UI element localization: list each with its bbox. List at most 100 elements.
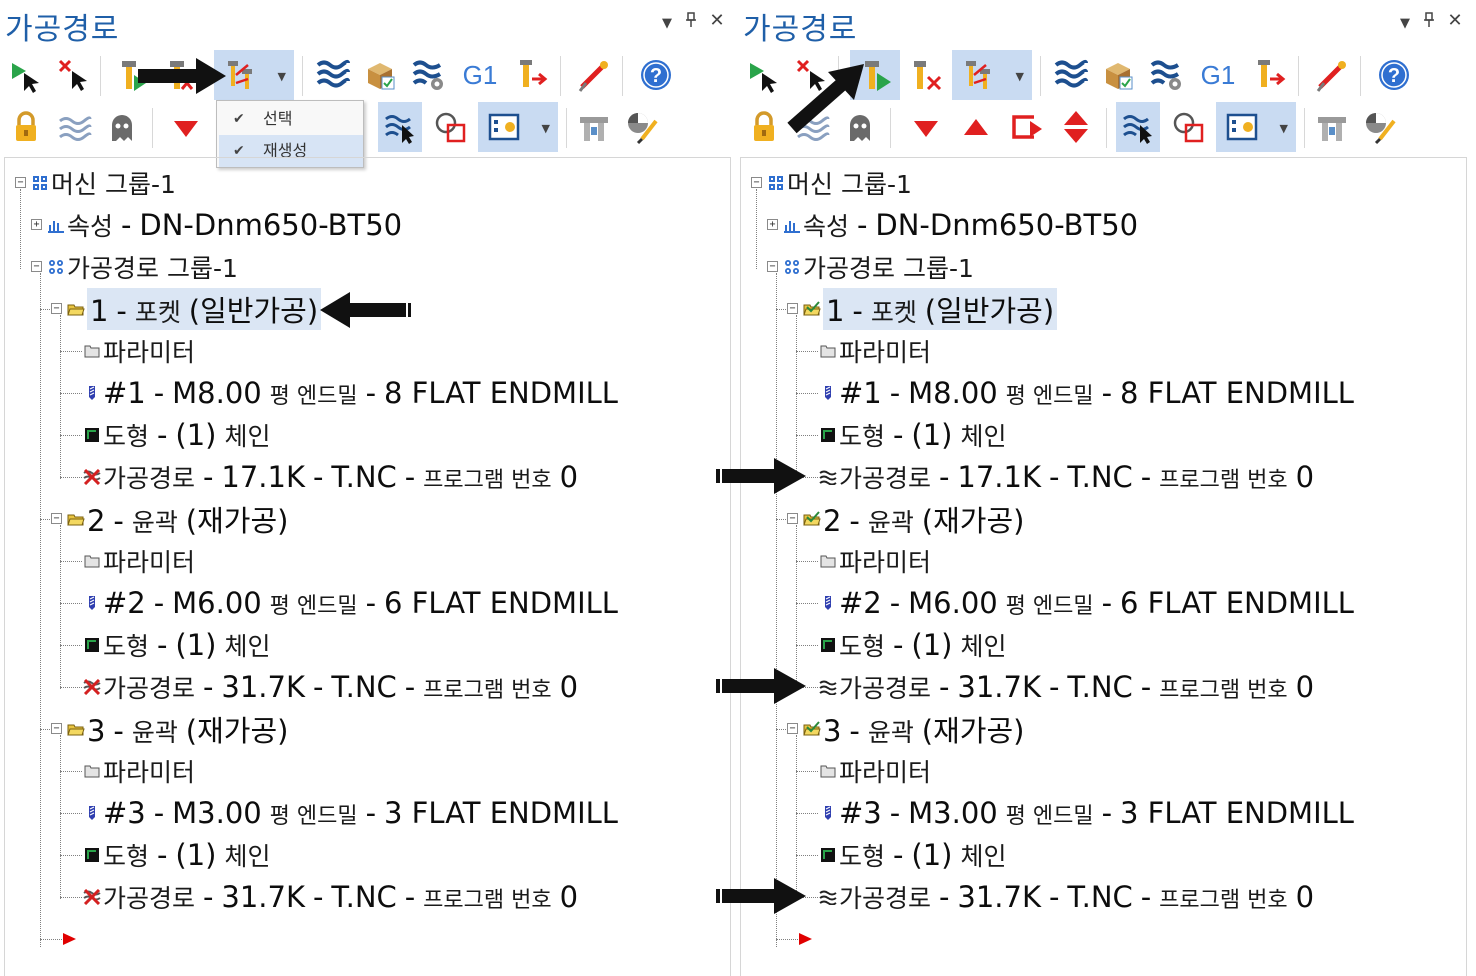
tree-node-tool[interactable]: #1 - M8.00 평 엔드밀 - 8 FLAT ENDMILL <box>819 373 1354 413</box>
tree-node-tool[interactable]: #1 - M8.00 평 엔드밀 - 8 FLAT ENDMILL <box>83 373 618 413</box>
pin-icon[interactable] <box>1418 12 1440 32</box>
high-speed-button[interactable] <box>1310 50 1354 100</box>
post-g1-button[interactable]: G1 <box>1196 50 1240 100</box>
machine-button[interactable] <box>572 102 616 152</box>
lock-button[interactable] <box>742 102 786 152</box>
simulate-button[interactable] <box>406 50 450 100</box>
tree-node-parameters[interactable]: 파라미터 <box>819 331 931 371</box>
collapse-toggle[interactable]: − <box>51 513 62 524</box>
tree-node-geometry[interactable]: 도형 - (1) 체인 <box>83 415 270 455</box>
options-dropdown[interactable]: ▼ <box>478 102 558 152</box>
tree-node-geometry[interactable]: 도형 - (1) 체인 <box>83 835 270 875</box>
tool-number: #2 <box>839 586 882 620</box>
toggle-select-dropdown[interactable]: ▼ <box>952 50 1032 100</box>
help-button[interactable]: ? <box>634 50 678 100</box>
select-all-button[interactable] <box>742 50 786 100</box>
tree-node-tool[interactable]: #3 - M3.00 평 엔드밀 - 3 FLAT ENDMILL <box>819 793 1354 833</box>
post-g1-button[interactable]: G1 <box>458 50 502 100</box>
insert-position-marker[interactable] <box>61 919 77 959</box>
verify-button[interactable] <box>1096 50 1140 100</box>
display-toolpath-button[interactable] <box>1116 102 1160 152</box>
properties-icon <box>783 216 801 234</box>
tree-node-toolpath[interactable]: 가공경로 - 17.1K - T.NC - 프로그램 번호 0 <box>819 457 1314 497</box>
settings-button[interactable] <box>1358 102 1402 152</box>
close-icon[interactable]: ✕ <box>706 10 728 31</box>
settings-button[interactable] <box>620 102 664 152</box>
toggle-select-dropdown[interactable]: ▼ <box>214 50 294 100</box>
tree-node-operation[interactable]: 1 - 포켓 (일반가공) <box>803 288 1058 330</box>
tree-node-tool[interactable]: #2 - M6.00 평 엔드밀 - 6 FLAT ENDMILL <box>83 583 618 623</box>
insert-arrow-button[interactable] <box>1004 102 1048 152</box>
collapse-toggle[interactable]: − <box>787 723 798 734</box>
tree-node-machine-group[interactable]: 머신 그룹-1 <box>31 163 176 203</box>
tree-node-parameters[interactable]: 파라미터 <box>83 751 195 791</box>
tree-node-operation[interactable]: 3 - 윤곽 (재가공) <box>803 709 1024 749</box>
deselect-button[interactable] <box>52 50 96 100</box>
options-dropdown[interactable]: ▼ <box>1216 102 1296 152</box>
collapse-toggle[interactable]: − <box>51 303 62 314</box>
machine-button[interactable] <box>1310 102 1354 152</box>
tree-node-toolpath[interactable]: 가공경로 - 31.7K - T.NC - 프로그램 번호 0 <box>83 667 578 707</box>
tree-node-tool[interactable]: #3 - M3.00 평 엔드밀 - 3 FLAT ENDMILL <box>83 793 618 833</box>
verify-button[interactable] <box>358 50 402 100</box>
select-arrow-icon <box>12 63 39 93</box>
tree-node-properties[interactable]: 속성 - DN-Dnm650-BT50 <box>783 205 1138 245</box>
display-toolpath-button[interactable] <box>378 102 422 152</box>
tree-node-toolpath[interactable]: 가공경로 - 31.7K - T.NC - 프로그램 번호 0 <box>83 877 578 917</box>
tree-node-parameters[interactable]: 파라미터 <box>819 541 931 581</box>
insert-position-marker[interactable] <box>797 919 813 959</box>
move-down-button[interactable] <box>164 102 208 152</box>
expand-toggle[interactable]: + <box>767 219 778 230</box>
menu-item-select[interactable]: ✔ 선택 <box>219 103 363 135</box>
move-up-button[interactable] <box>954 102 998 152</box>
select-geometry-button[interactable] <box>428 102 472 152</box>
tree-node-toolpath-group[interactable]: 가공경로 그룹-1 <box>47 247 238 287</box>
pin-icon[interactable] <box>680 12 702 32</box>
tree-node-geometry[interactable]: 도형 - (1) 체인 <box>819 835 1006 875</box>
tree-node-operation[interactable]: 3 - 윤곽 (재가공) <box>67 709 288 749</box>
expand-toggle[interactable]: + <box>31 219 42 230</box>
tree-node-tool[interactable]: #2 - M6.00 평 엔드밀 - 6 FLAT ENDMILL <box>819 583 1354 623</box>
post-process-button[interactable] <box>1246 50 1290 100</box>
tree-node-toolpath[interactable]: 가공경로 - 17.1K - T.NC - 프로그램 번호 0 <box>83 457 578 497</box>
move-updown-button[interactable] <box>1054 102 1098 152</box>
collapse-toggle[interactable]: − <box>787 513 798 524</box>
collapse-toggle[interactable]: − <box>767 261 778 272</box>
post-process-button[interactable] <box>508 50 552 100</box>
help-button[interactable]: ? <box>1372 50 1416 100</box>
simulate-button[interactable] <box>1144 50 1188 100</box>
tree-node-machine-group[interactable]: 머신 그룹-1 <box>767 163 912 203</box>
toggle-display-button[interactable] <box>52 102 96 152</box>
tree-node-operation[interactable]: 2 - 윤곽 (재가공) <box>803 499 1024 539</box>
collapse-toggle[interactable]: − <box>15 177 26 188</box>
toggle-posting-button[interactable] <box>100 102 144 152</box>
collapse-toggle[interactable]: − <box>31 261 42 272</box>
tree-node-geometry[interactable]: 도형 - (1) 체인 <box>819 415 1006 455</box>
tree-node-parameters[interactable]: 파라미터 <box>819 751 931 791</box>
panel-menu-button[interactable]: ▼ <box>656 16 678 31</box>
select-all-button[interactable] <box>4 50 48 100</box>
tree-node-operation[interactable]: 2 - 윤곽 (재가공) <box>67 499 288 539</box>
tree-node-geometry[interactable]: 도형 - (1) 체인 <box>83 625 270 665</box>
tree-node-parameters[interactable]: 파라미터 <box>83 541 195 581</box>
regenerate-dirty-button[interactable] <box>904 50 948 100</box>
tree-node-toolpath[interactable]: 가공경로 - 31.7K - T.NC - 프로그램 번호 0 <box>819 877 1314 917</box>
tree-node-parameters[interactable]: 파라미터 <box>83 331 195 371</box>
tree-node-operation[interactable]: 1 - 포켓 (일반가공) <box>67 288 322 330</box>
backplot-button[interactable] <box>1048 50 1092 100</box>
collapse-toggle[interactable]: − <box>751 177 762 188</box>
toolpath-icon <box>819 678 837 696</box>
collapse-toggle[interactable]: − <box>787 303 798 314</box>
tree-node-properties[interactable]: 속성 - DN-Dnm650-BT50 <box>47 205 402 245</box>
tree-node-geometry[interactable]: 도형 - (1) 체인 <box>819 625 1006 665</box>
backplot-button[interactable] <box>310 50 354 100</box>
lock-button[interactable] <box>4 102 48 152</box>
panel-menu-button[interactable]: ▼ <box>1394 16 1416 31</box>
close-icon[interactable]: ✕ <box>1444 10 1466 31</box>
select-geometry-button[interactable] <box>1166 102 1210 152</box>
tree-node-toolpath-group[interactable]: 가공경로 그룹-1 <box>783 247 974 287</box>
tree-node-toolpath[interactable]: 가공경로 - 31.7K - T.NC - 프로그램 번호 0 <box>819 667 1314 707</box>
move-down-button[interactable] <box>904 102 948 152</box>
high-speed-button[interactable] <box>572 50 616 100</box>
collapse-toggle[interactable]: − <box>51 723 62 734</box>
